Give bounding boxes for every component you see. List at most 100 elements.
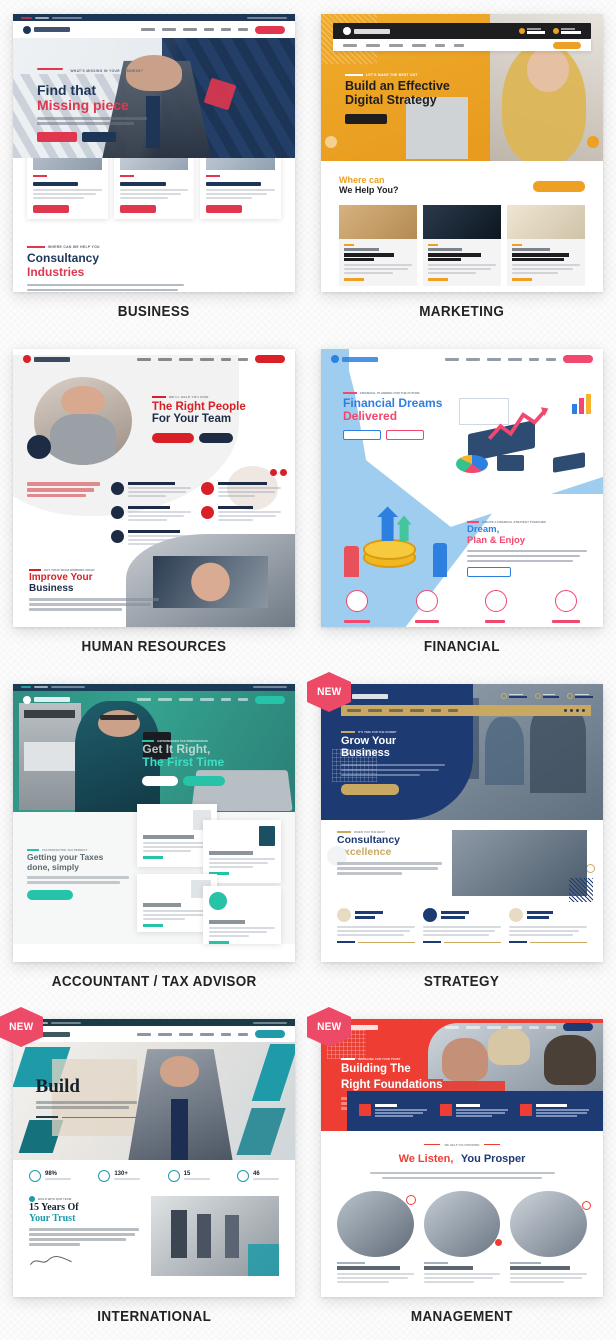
section-button[interactable]: [467, 567, 511, 578]
thumbnail-wrapper[interactable]: LET'S MAKE THE BEST OUT Build an Effecti…: [321, 14, 603, 292]
stat-value: 15: [183, 1170, 191, 1177]
feature-card-title: [510, 1266, 571, 1270]
hero-title-1: Get It Right,: [142, 741, 211, 756]
feature-card[interactable]: [507, 205, 585, 286]
hero-button-primary[interactable]: [35, 1115, 58, 1119]
thumbnail-wrapper[interactable]: EXPERIENCED TAX PREPARATION Get It Right…: [13, 684, 295, 962]
feature-card[interactable]: [423, 1191, 503, 1285]
feature-card[interactable]: [339, 205, 417, 286]
site-preview-accountant[interactable]: EXPERIENCED TAX PREPARATION Get It Right…: [13, 684, 295, 962]
hero-button-primary[interactable]: [345, 114, 387, 124]
site-preview-financial[interactable]: FINANCIAL PLANNING FOR THE FUTURE Financ…: [321, 349, 603, 627]
hero-title-2: The First Time: [142, 754, 225, 769]
section-title-2: We Help You?: [339, 185, 399, 196]
feature-card-title: [33, 181, 79, 186]
section-title-1: Dream,: [467, 523, 500, 535]
demo-cell-international[interactable]: NEW Build 98% 130+ 15 46 BUILD WITH OUR …: [0, 1005, 308, 1340]
hero-title-1: Build an Effective: [345, 79, 450, 93]
site-preview-marketing[interactable]: LET'S MAKE THE BEST OUT Build an Effecti…: [321, 14, 603, 292]
feature-card[interactable]: [510, 1191, 592, 1285]
section-title-2: Industries: [27, 264, 85, 279]
section-kicker: WHERE CAN WE HELP YOU: [48, 244, 100, 249]
stat-value: 98%: [45, 1170, 58, 1177]
feature-item[interactable]: [359, 1103, 430, 1118]
signature-icon: [30, 1256, 72, 1265]
hero-button-secondary[interactable]: [386, 429, 424, 440]
demo-cell-human-resources[interactable]: WE'LL HELP YOU FIND The Right People For…: [0, 335, 308, 670]
section-kicker: CREATE A FINANCIAL STRATEGY TOGETHER: [482, 519, 546, 524]
hero-button-primary[interactable]: [341, 784, 399, 796]
feature-item[interactable]: [439, 1103, 511, 1118]
service-item[interactable]: [337, 908, 415, 944]
site-preview-international[interactable]: Build 98% 130+ 15 46 BUILD WITH OUR TEAM…: [13, 1019, 295, 1297]
site-preview-strategy[interactable]: IT'S TIME FOR THE SUMMIT Grow Your Busin…: [321, 684, 603, 962]
new-badge-label: NEW: [8, 1021, 34, 1033]
feature-card[interactable]: [113, 158, 195, 219]
feature-item[interactable]: [520, 1103, 591, 1118]
feature-card-button[interactable]: [206, 204, 243, 213]
feature-card[interactable]: [337, 1191, 416, 1285]
thumbnail-wrapper[interactable]: NEW: [0, 1007, 295, 1297]
demo-label-management: MANAGEMENT: [411, 1309, 513, 1325]
hero-title-2: Missing piece: [37, 97, 129, 114]
hero-button-secondary[interactable]: [198, 432, 233, 443]
new-badge-label: NEW: [316, 1021, 342, 1033]
thumbnail-wrapper[interactable]: WHAT'S MISSING IN YOUR BUSINESS? Find th…: [13, 14, 295, 292]
demo-cell-accountant[interactable]: EXPERIENCED TAX PREPARATION Get It Right…: [0, 670, 308, 1005]
section-button[interactable]: [27, 889, 73, 900]
hero-button-primary[interactable]: [343, 429, 381, 440]
hero-button-primary[interactable]: [151, 432, 194, 443]
service-item[interactable]: [415, 590, 440, 623]
hero-title-2: Delivered: [343, 408, 398, 423]
service-item[interactable]: [509, 908, 587, 944]
stat-item: 130+: [98, 1170, 141, 1182]
feature-item[interactable]: [201, 506, 281, 523]
hero-button-secondary[interactable]: [183, 775, 226, 786]
demo-label-accountant: ACCOUNTANT / TAX ADVISOR: [51, 974, 257, 990]
hero-button-secondary[interactable]: [82, 131, 116, 142]
thumbnail-wrapper[interactable]: NEW: [307, 672, 603, 962]
section-kicker: BUILD WITH OUR TEAM: [38, 1197, 72, 1201]
hero-button-primary[interactable]: [142, 775, 179, 786]
thumbnail-wrapper[interactable]: NEW: [307, 1007, 603, 1297]
hero-button-primary[interactable]: [37, 131, 77, 142]
demo-label-international: INTERNATIONAL: [97, 1309, 211, 1325]
demo-cell-marketing[interactable]: LET'S MAKE THE BEST OUT Build an Effecti…: [308, 0, 616, 335]
feature-item[interactable]: [201, 482, 281, 499]
feature-card[interactable]: [423, 205, 501, 286]
site-preview-human-resources[interactable]: WE'LL HELP YOU FIND The Right People For…: [13, 349, 295, 627]
demo-label-marketing: MARKETING: [419, 304, 505, 320]
carousel-prev-button[interactable]: [270, 468, 277, 476]
hero-title-1: The Right People: [151, 401, 246, 413]
hero-kicker: LET'S MAKE THE BEST OUT: [366, 73, 418, 77]
section-title-2: You Prosper: [460, 1152, 526, 1165]
stat-item: 15: [167, 1170, 210, 1182]
demo-cell-strategy[interactable]: NEW IT'S TIME FOR THE SUMMIT Grow Your B…: [307, 670, 616, 1005]
thumbnail-wrapper[interactable]: WE'LL HELP YOU FIND The Right People For…: [13, 349, 295, 627]
hero-title-1: Building The: [341, 1063, 411, 1075]
site-preview-business[interactable]: WHAT'S MISSING IN YOUR BUSINESS? Find th…: [13, 14, 295, 292]
feature-card-button[interactable]: [33, 204, 69, 213]
service-item[interactable]: [552, 590, 581, 623]
feature-card-button[interactable]: [119, 204, 156, 213]
demo-cell-business[interactable]: WHAT'S MISSING IN YOUR BUSINESS? Find th…: [0, 0, 308, 335]
site-preview-management[interactable]: MANAGING FOR YOUR TRUST Building The Rig…: [321, 1019, 603, 1297]
service-item[interactable]: [484, 590, 507, 623]
feature-card[interactable]: [27, 158, 108, 219]
hero-title-1: Build: [35, 1076, 80, 1098]
section-button[interactable]: [533, 181, 585, 193]
feature-card-title: [206, 181, 262, 186]
service-item[interactable]: [343, 590, 370, 623]
feature-card[interactable]: [200, 158, 282, 219]
hero-kicker: FINANCIAL PLANNING FOR THE FUTURE: [360, 391, 420, 395]
thumbnail-wrapper[interactable]: FINANCIAL PLANNING FOR THE FUTURE Financ…: [321, 349, 603, 627]
service-item[interactable]: [423, 908, 501, 944]
carousel-next-button[interactable]: [280, 468, 287, 476]
demo-cell-financial[interactable]: FINANCIAL PLANNING FOR THE FUTURE Financ…: [308, 335, 616, 670]
stat-value: 46: [252, 1170, 260, 1177]
demo-cell-management[interactable]: NEW MANAGING FOR YOUR TRUST Building The…: [307, 1005, 616, 1340]
feature-item[interactable]: [111, 482, 192, 499]
section-title-2: Plan & Enjoy: [467, 534, 526, 546]
feature-item[interactable]: [111, 506, 192, 523]
service-card[interactable]: [203, 886, 281, 945]
